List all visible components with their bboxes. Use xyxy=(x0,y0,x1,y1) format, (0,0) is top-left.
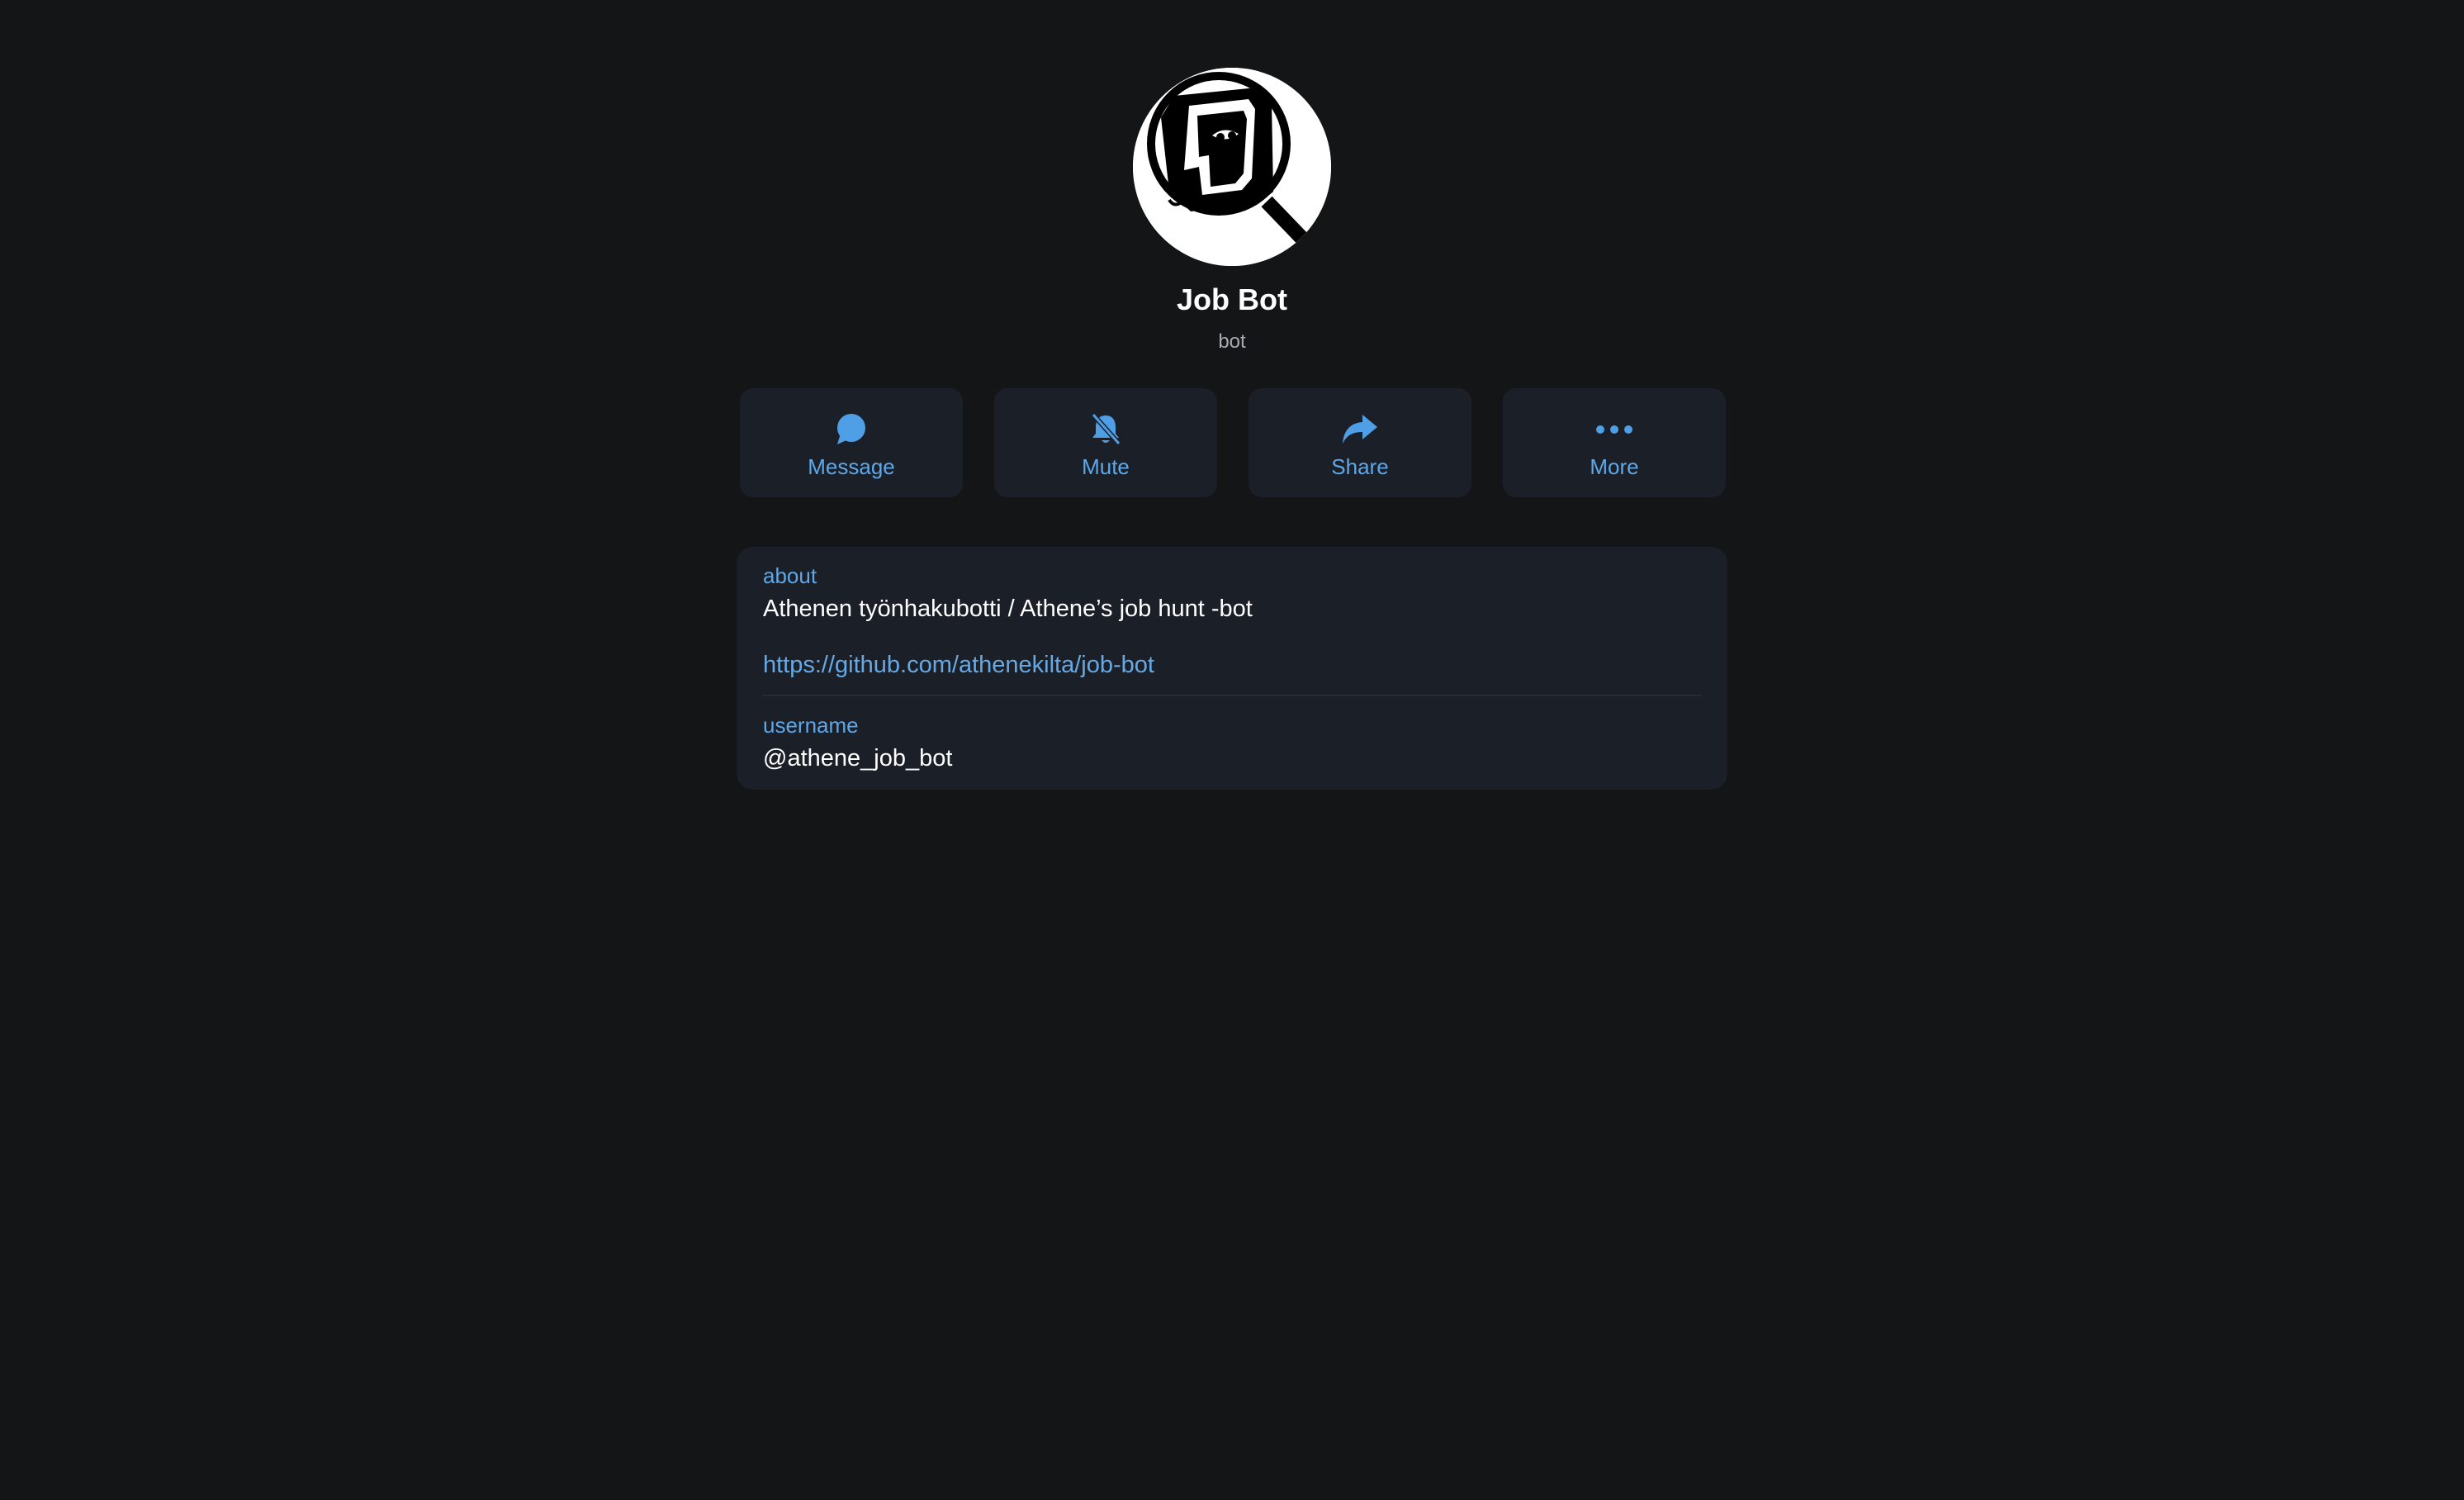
message-button[interactable]: Message xyxy=(740,388,963,497)
username-label: username xyxy=(763,713,859,738)
chat-bubble-icon xyxy=(740,411,963,448)
profile-subtitle: bot xyxy=(1218,330,1246,353)
info-card: about Athenen työnhakubotti / Athene’s j… xyxy=(737,547,1727,790)
username-value[interactable]: @athene_job_bot xyxy=(763,745,952,772)
profile-avatar[interactable] xyxy=(1133,68,1331,266)
share-button-label: Share xyxy=(1331,454,1389,479)
magnifier-logo-icon xyxy=(1133,68,1331,266)
bell-slash-icon xyxy=(994,411,1217,448)
about-label: about xyxy=(763,563,817,588)
profile-name: Job Bot xyxy=(1177,282,1287,316)
info-divider xyxy=(763,695,1701,696)
more-button-label: More xyxy=(1590,454,1639,479)
mute-button[interactable]: Mute xyxy=(994,388,1217,497)
about-link[interactable]: https://github.com/athenekilta/job-bot xyxy=(763,652,1154,679)
ellipsis-icon xyxy=(1503,411,1726,448)
action-bar: Message Mute Share More xyxy=(740,388,1726,497)
share-arrow-icon xyxy=(1249,411,1471,448)
message-button-label: Message xyxy=(808,454,895,479)
profile-page: Job Bot bot Message Mute Share More abou… xyxy=(0,0,2464,1500)
about-text: Athenen työnhakubotti / Athene’s job hun… xyxy=(763,596,1253,622)
share-button[interactable]: Share xyxy=(1249,388,1471,497)
more-button[interactable]: More xyxy=(1503,388,1726,497)
mute-button-label: Mute xyxy=(1082,454,1130,479)
